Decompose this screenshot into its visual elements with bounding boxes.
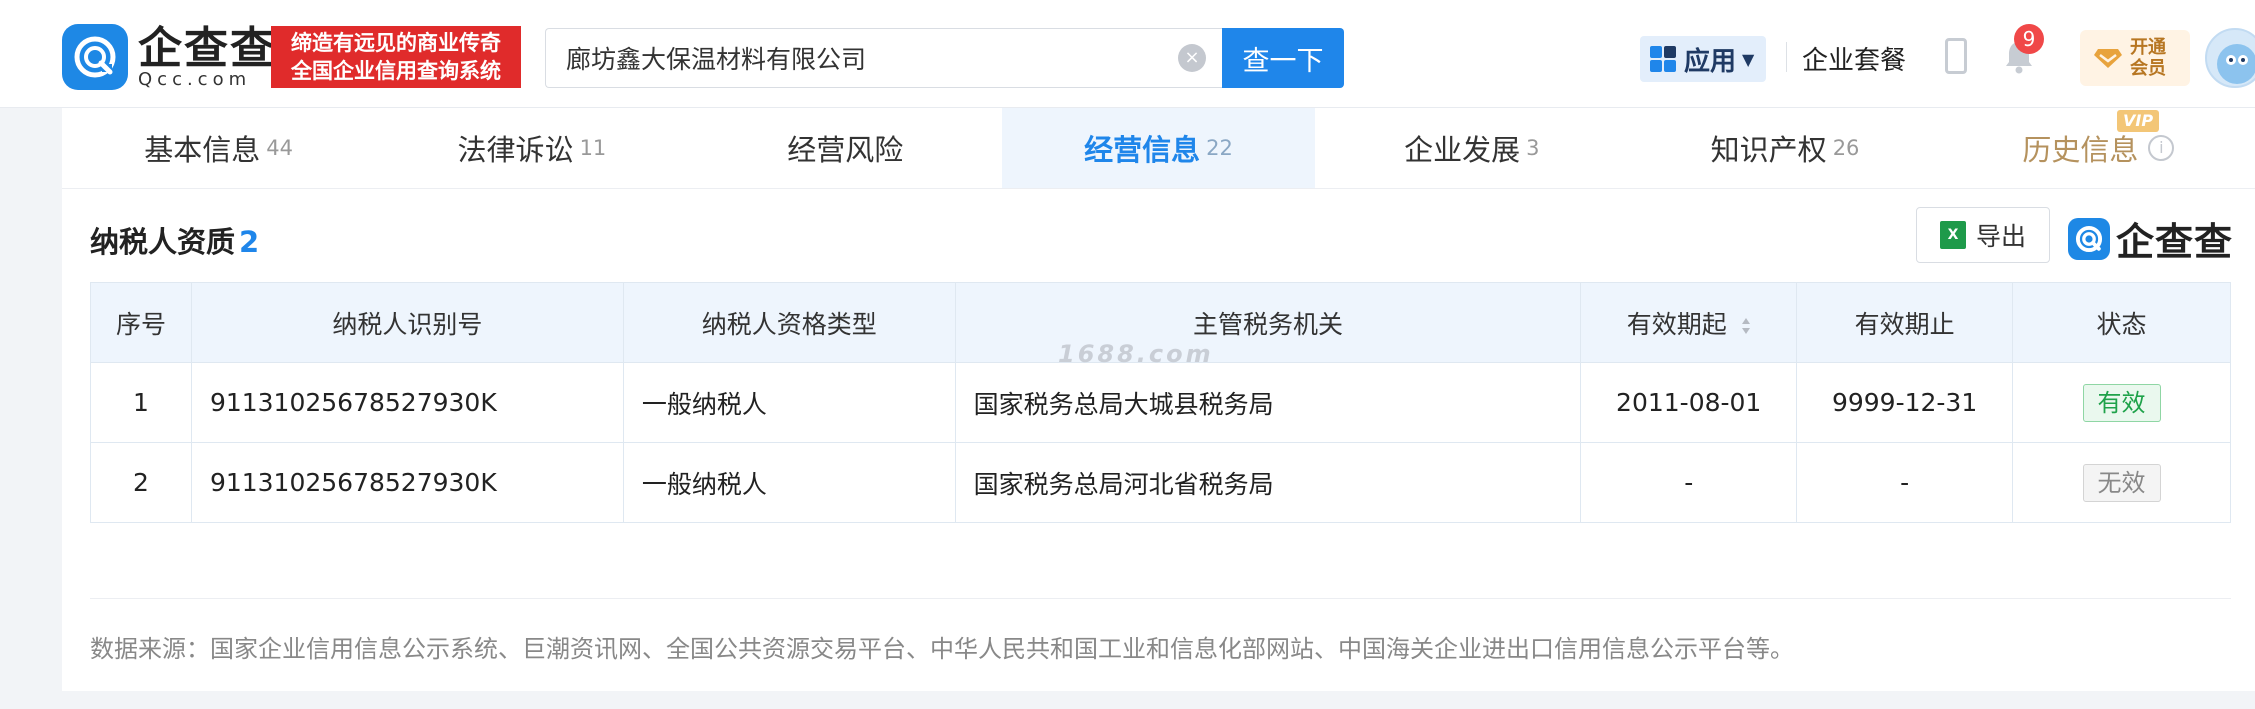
column-header-valid-to: 有效期止 [1796,282,2014,363]
data-source-note: 数据来源：国家企业信用信息公示系统、巨潮资讯网、全国公共资源交易平台、中华人民共… [90,635,1794,663]
top-header: 企查查 Qcc.com 缔造有远见的商业传奇 全国企业信用查询系统 廊坊鑫大保温… [0,0,2255,108]
tab-label: 法律诉讼 [457,133,574,167]
export-label: 导出 [1975,222,2026,251]
qcc-brand-icon [2068,217,2110,260]
open-vip-button[interactable]: 开通 会员 [2080,30,2190,86]
slogan-line-2: 全国企业信用查询系统 [291,59,501,83]
vip-tag: VIP [2117,110,2160,132]
section-tabs: 基本信息 44 法律诉讼 11 经营风险 经营信息 22 企业发展 3 知识产权… [62,108,2255,188]
diamond-icon [2094,49,2122,68]
enterprise-package-link[interactable]: 企业套餐 [1802,40,1906,77]
tab-label: 经营信息 [1084,133,1201,167]
mobile-phone-icon[interactable] [1945,38,1967,74]
tab-label: 历史信息 [2022,133,2139,167]
cell-tax-authority: 国家税务总局河北省税务局 [954,442,1582,523]
tab-count: 26 [1832,136,1860,160]
tax-qualification-table: 序号 纳税人识别号 纳税人资格类型 主管税务机关 有效期起 有效期止 状态 1 … [90,282,2231,523]
notification-count-badge: 9 [2014,24,2044,54]
tab-count: 44 [266,136,294,160]
tax-qualification-panel: 纳税人资质 2 X 导出 企查查 序号 纳税人识别号 纳税人资格类型 主管税务机关… [62,188,2255,691]
excel-icon: X [1939,221,1966,249]
table-row: 2 91131025678527930K 一般纳税人 国家税务总局河北省税务局 … [90,442,2231,523]
table-row: 1 91131025678527930K 一般纳税人 国家税务总局大城县税务局 … [90,362,2231,443]
user-avatar[interactable] [2205,28,2255,88]
search-input-value: 廊坊鑫大保温材料有限公司 [566,45,867,74]
vip-label-line-2: 会员 [2130,58,2166,79]
cell-valid-from: 2011-08-01 [1580,362,1798,443]
info-icon[interactable]: i [2148,135,2175,161]
export-button[interactable]: X 导出 [1916,207,2050,263]
status-badge: 无效 [2082,463,2161,502]
cell-index: 1 [90,362,192,443]
section-count: 2 [239,225,260,259]
section-title-text: 纳税人资质 [90,225,236,259]
cell-tax-id: 91131025678527930K [190,442,624,523]
watermark-text: 1688.com [1058,340,1214,368]
cell-tax-id: 91131025678527930K [190,362,624,443]
tab-history-info[interactable]: 历史信息 i [1942,108,2255,188]
search-button[interactable]: 查一下 [1222,28,1344,88]
column-header-tax-authority: 主管税务机关 [954,282,1582,363]
qcc-logo-icon [62,24,128,90]
tab-label: 企业发展 [1404,133,1521,167]
slogan-banner: 缔造有远见的商业传奇 全国企业信用查询系统 [271,26,521,88]
sort-icon[interactable] [1741,317,1751,335]
cell-status: 有效 [2012,362,2231,443]
caret-down-icon: ▼ [1742,49,1755,69]
cell-taxpayer-type: 一般纳税人 [622,362,956,443]
status-badge: 有效 [2082,383,2161,422]
tab-label: 基本信息 [144,133,261,167]
cell-taxpayer-type: 一般纳税人 [622,442,956,523]
cell-valid-from: - [1580,442,1798,523]
tab-enterprise-development[interactable]: 企业发展 3 [1315,108,1628,188]
section-title: 纳税人资质 2 [90,219,259,261]
column-header-taxpayer-type: 纳税人资格类型 [622,282,956,363]
search-input[interactable]: 廊坊鑫大保温材料有限公司 [545,28,1222,88]
brand-text: 企查查 [2116,220,2234,264]
column-header-tax-id: 纳税人识别号 [190,282,624,363]
logo-title: 企查查 [138,23,276,74]
clear-search-icon[interactable]: × [1178,44,1206,72]
cell-valid-to: 9999-12-31 [1796,362,2014,443]
column-header-index: 序号 [90,282,192,363]
tab-label: 知识产权 [1710,133,1827,167]
cell-status: 无效 [2012,442,2231,523]
tab-legal-litigation[interactable]: 法律诉讼 11 [375,108,688,188]
cell-index: 2 [90,442,192,523]
tab-intellectual-property[interactable]: 知识产权 26 [1628,108,1941,188]
logo-domain: Qcc.com [138,69,252,90]
slogan-line-1: 缔造有远见的商业传奇 [291,31,501,55]
tab-count: 11 [579,136,607,160]
header-divider [1786,42,1787,72]
apps-grid-icon [1650,46,1676,72]
apps-label: 应用 [1684,46,1737,77]
tab-count: 22 [1206,136,1233,160]
cell-valid-to: - [1796,442,2014,523]
tab-basic-info[interactable]: 基本信息 44 [62,108,375,188]
qcc-brand-mark: 企查查 [2068,211,2233,266]
tab-business-info[interactable]: 经营信息 22 [1001,108,1316,188]
tab-business-risk[interactable]: 经营风险 [689,108,1002,188]
qcc-logo[interactable]: 企查查 Qcc.com [62,24,276,90]
cell-tax-authority: 国家税务总局大城县税务局 [954,362,1582,443]
tab-count: 3 [1526,136,1540,160]
apps-menu-button[interactable]: 应用 ▼ [1640,36,1766,82]
vip-label-line-1: 开通 [2130,37,2166,58]
column-header-status: 状态 [2012,282,2231,363]
valid-from-label: 有效期起 [1626,309,1727,339]
column-header-valid-from[interactable]: 有效期起 [1580,282,1798,363]
tab-label: 经营风险 [787,133,904,167]
section-divider [90,598,2231,599]
